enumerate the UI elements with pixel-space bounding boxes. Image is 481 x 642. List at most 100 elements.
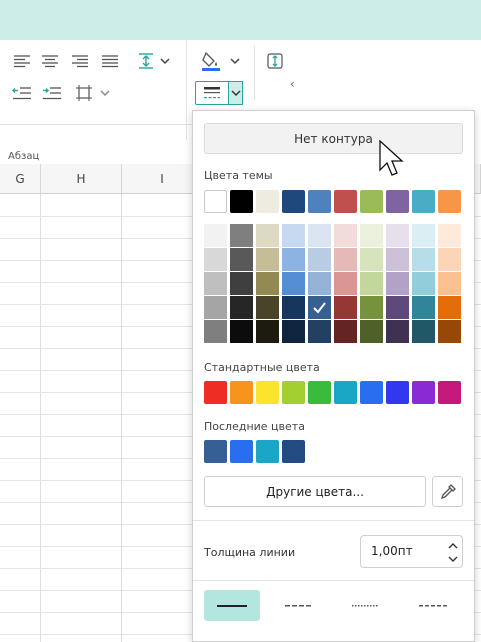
standard-color-swatch[interactable] (360, 381, 383, 404)
line-width-input[interactable]: 1,00пт (360, 535, 463, 568)
theme-color-swatch[interactable] (438, 190, 461, 213)
standard-color-swatch[interactable] (204, 381, 227, 404)
chevron-down-icon[interactable] (226, 50, 244, 72)
theme-shade-swatch[interactable] (412, 224, 435, 247)
fit-height-icon[interactable] (264, 50, 286, 72)
increase-indent-icon[interactable] (40, 82, 64, 104)
theme-shade-swatch[interactable] (438, 272, 461, 295)
standard-color-swatch[interactable] (412, 381, 435, 404)
theme-color-swatch[interactable] (204, 190, 227, 213)
dash-style-dash-dot[interactable] (405, 590, 461, 621)
theme-shade-swatch[interactable] (230, 224, 253, 247)
line-style-icon[interactable] (195, 81, 229, 105)
chevron-down-icon[interactable] (228, 81, 243, 105)
chevron-down-icon[interactable] (96, 82, 114, 104)
collapse-arrow-icon[interactable]: ‹ (290, 77, 295, 91)
standard-color-swatch[interactable] (282, 381, 305, 404)
spin-up-icon[interactable] (448, 542, 458, 550)
theme-shade-swatch[interactable] (204, 320, 227, 343)
column-header-h[interactable]: H (41, 164, 122, 194)
theme-shade-swatch[interactable] (256, 272, 279, 295)
theme-shade-swatch[interactable] (282, 320, 305, 343)
theme-shade-swatch[interactable] (230, 320, 253, 343)
theme-color-swatch[interactable] (360, 190, 383, 213)
standard-color-swatch[interactable] (438, 381, 461, 404)
theme-shade-swatch[interactable] (334, 320, 357, 343)
theme-shade-swatch[interactable] (438, 296, 461, 319)
theme-shade-swatch[interactable] (334, 272, 357, 295)
theme-shade-swatch[interactable] (360, 224, 383, 247)
recent-color-swatch[interactable] (204, 440, 227, 463)
theme-color-swatch[interactable] (334, 190, 357, 213)
align-left-icon[interactable] (10, 50, 34, 72)
line-style-button[interactable] (195, 81, 245, 105)
eyedropper-button[interactable] (432, 476, 463, 507)
theme-shade-swatch[interactable] (204, 296, 227, 319)
theme-shade-swatch[interactable] (230, 296, 253, 319)
theme-color-swatch[interactable] (412, 190, 435, 213)
theme-shade-swatch[interactable] (308, 320, 331, 343)
theme-shade-swatch[interactable] (412, 320, 435, 343)
theme-shade-swatch[interactable] (282, 224, 305, 247)
theme-shade-swatch[interactable] (360, 296, 383, 319)
theme-shade-swatch[interactable] (360, 320, 383, 343)
theme-shade-swatch[interactable] (334, 248, 357, 271)
column-header-g[interactable]: G (0, 164, 41, 194)
dash-style-solid[interactable] (204, 590, 260, 621)
theme-shade-swatch[interactable] (282, 272, 305, 295)
recent-color-swatch[interactable] (256, 440, 279, 463)
theme-shade-swatch[interactable] (334, 224, 357, 247)
theme-shade-swatch[interactable] (308, 248, 331, 271)
theme-shade-swatch[interactable] (256, 224, 279, 247)
vertical-align-icon[interactable] (134, 50, 158, 72)
decrease-indent-icon[interactable] (10, 82, 34, 104)
align-center-icon[interactable] (38, 50, 62, 72)
theme-shade-swatch[interactable] (438, 248, 461, 271)
dash-style-dot[interactable] (338, 590, 394, 621)
standard-color-swatch[interactable] (256, 381, 279, 404)
theme-shade-swatch[interactable] (282, 248, 305, 271)
cell-margins-icon[interactable] (72, 82, 96, 104)
theme-shade-swatch[interactable] (230, 272, 253, 295)
theme-shade-swatch[interactable] (386, 296, 409, 319)
dash-style-dash[interactable] (271, 590, 327, 621)
theme-shade-swatch[interactable] (360, 248, 383, 271)
theme-shade-swatch[interactable] (360, 272, 383, 295)
theme-shade-swatch[interactable] (412, 272, 435, 295)
theme-color-swatch[interactable] (282, 190, 305, 213)
fill-color-icon[interactable] (198, 50, 224, 72)
theme-color-swatch[interactable] (256, 190, 279, 213)
align-justify-icon[interactable] (98, 50, 122, 72)
standard-color-swatch[interactable] (308, 381, 331, 404)
standard-color-swatch[interactable] (334, 381, 357, 404)
theme-shade-swatch[interactable] (334, 296, 357, 319)
theme-shade-swatch[interactable] (438, 224, 461, 247)
theme-shade-swatch[interactable] (256, 296, 279, 319)
theme-shade-swatch[interactable] (386, 248, 409, 271)
other-colors-button[interactable]: Другие цвета... (204, 476, 426, 507)
theme-shade-swatch[interactable] (386, 320, 409, 343)
column-header-i[interactable]: I (122, 164, 203, 194)
theme-shade-swatch[interactable] (308, 272, 331, 295)
theme-shade-swatch[interactable] (204, 248, 227, 271)
align-right-icon[interactable] (68, 50, 92, 72)
theme-shade-swatch[interactable] (282, 296, 305, 319)
theme-color-swatch[interactable] (308, 190, 331, 213)
chevron-down-icon[interactable] (156, 50, 174, 72)
theme-shade-swatch[interactable] (256, 320, 279, 343)
theme-shade-swatch-selected[interactable] (308, 296, 331, 319)
theme-shade-swatch[interactable] (438, 320, 461, 343)
recent-color-swatch[interactable] (282, 440, 305, 463)
standard-color-swatch[interactable] (386, 381, 409, 404)
spin-down-icon[interactable] (448, 555, 458, 563)
theme-shade-swatch[interactable] (412, 248, 435, 271)
theme-shade-swatch[interactable] (412, 296, 435, 319)
recent-color-swatch[interactable] (230, 440, 253, 463)
theme-shade-swatch[interactable] (256, 248, 279, 271)
theme-shade-swatch[interactable] (386, 224, 409, 247)
theme-shade-swatch[interactable] (386, 272, 409, 295)
theme-shade-swatch[interactable] (230, 248, 253, 271)
no-outline-button[interactable]: Нет контура (204, 123, 463, 154)
theme-color-swatch[interactable] (386, 190, 409, 213)
theme-shade-swatch[interactable] (204, 272, 227, 295)
